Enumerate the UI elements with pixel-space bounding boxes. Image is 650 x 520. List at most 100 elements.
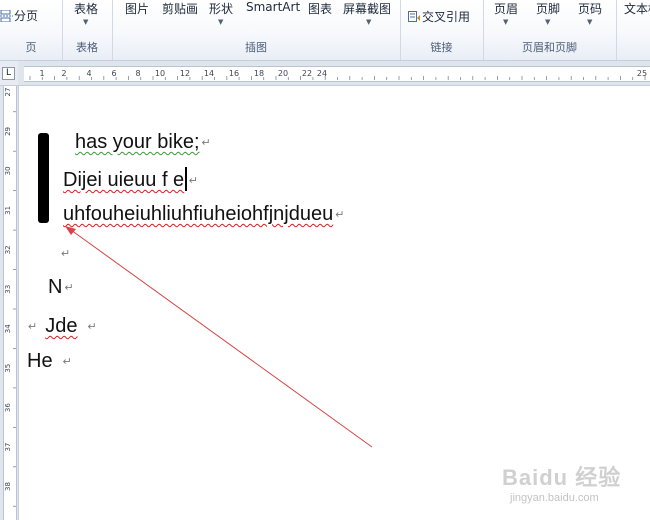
watermark-logo: Baidu 经验 — [502, 465, 622, 490]
vertical-ruler-scale: 27 29 30 31 32 33 34 35 36 37 38 — [4, 88, 16, 507]
ruler-number: 32 — [4, 245, 12, 254]
ruler-number: 4 — [86, 69, 91, 78]
doc-line-5-text: N — [48, 276, 63, 298]
ruler-number: 16 — [229, 69, 239, 78]
doc-line-2[interactable]: Dijei uieuu f e ↵ — [63, 167, 198, 192]
paragraph-mark: ↵ — [28, 321, 38, 333]
ruler-number: 24 — [317, 69, 327, 78]
doc-line-2-text: Dijei uieuu f e — [63, 169, 185, 191]
paragraph-mark: ↵ — [188, 175, 198, 187]
tab-selector[interactable]: L — [2, 67, 15, 80]
watermark-url: jingyan.baidu.com — [510, 492, 599, 504]
group-label-illustrations: 插图 — [245, 41, 267, 54]
cross-reference-icon — [408, 11, 421, 23]
ruler-number: 30 — [4, 166, 12, 175]
black-bar-shape — [38, 133, 49, 223]
vertical-ruler-strip: 27 29 30 31 32 33 34 35 36 37 38 — [3, 86, 17, 520]
page-number-button[interactable]: 页码 — [578, 0, 602, 17]
shapes-label: 形状 — [209, 2, 234, 16]
ruler-number: 8 — [135, 69, 140, 78]
ribbon: 分页 页 表格 ▼ 表格 图片 剪贴画 形状 ▼ SmartArt 图表 屏幕截… — [0, 0, 650, 61]
picture-button[interactable]: 图片 — [125, 0, 149, 17]
doc-line-3[interactable]: uhfouheiuhliuhfiuheiohfjnjdueu ↵ — [63, 203, 344, 226]
doc-line-6[interactable]: ↵ Jde ↵ — [26, 315, 97, 338]
page-break-button[interactable]: 分页 — [0, 7, 38, 24]
ruler-number: 38 — [4, 482, 12, 491]
textbox-button[interactable]: 文本框 — [624, 0, 650, 17]
vertical-ruler[interactable]: 27 29 30 31 32 33 34 35 36 37 38 — [0, 86, 19, 520]
ruler-number: 34 — [4, 324, 12, 333]
doc-line-3-text: uhfouheiuhliuhfiuheiohfjnjdueu — [63, 203, 334, 225]
footer-label: 页脚 — [536, 2, 561, 16]
ruler-number: 31 — [4, 206, 12, 215]
footer-button[interactable]: 页脚 — [536, 0, 560, 17]
ruler-number: 37 — [4, 443, 12, 452]
paragraph-mark: ↵ — [61, 248, 71, 260]
group-label-links: 链接 — [430, 41, 453, 54]
ruler-number: 29 — [4, 127, 12, 136]
ribbon-group-tables: 表格 ▼ 表格 — [62, 0, 113, 60]
doc-line-6-text: Jde — [45, 315, 78, 337]
shapes-button[interactable]: 形状 — [209, 0, 233, 17]
ribbon-group-text: 文本框 — [616, 0, 650, 60]
paragraph-mark: ↵ — [87, 321, 97, 333]
ruler-number: 36 — [4, 403, 12, 412]
textbox-label: 文本框 — [624, 2, 650, 16]
ruler-corner: L — [0, 61, 19, 86]
ribbon-group-links: 交叉引用 链接 — [400, 0, 484, 60]
chart-label: 图表 — [308, 2, 333, 16]
doc-line-5[interactable]: N ↵ — [48, 276, 74, 299]
ruler-number: 35 — [4, 364, 12, 373]
chevron-down-icon: ▼ — [366, 18, 372, 26]
horizontal-ruler-scale: 1 2 4 6 8 10 12 14 16 18 20 22 24 25 — [29, 69, 647, 80]
ruler-number: 18 — [254, 69, 264, 78]
paragraph-mark: ↵ — [201, 137, 211, 149]
chart-button[interactable]: 图表 — [308, 0, 332, 17]
doc-line-7-text: He — [27, 350, 53, 372]
chevron-down-icon: ▼ — [83, 18, 89, 26]
document-page[interactable]: has your bike; ↵ Dijei uieuu f e ↵ uhfouhe… — [19, 86, 650, 520]
doc-line-7[interactable]: He ↵ — [27, 350, 72, 373]
smartart-label: SmartArt — [246, 0, 301, 14]
smartart-button[interactable]: SmartArt — [246, 0, 300, 14]
ruler-number: 10 — [155, 69, 165, 78]
horizontal-ruler-strip: 1 2 4 6 8 10 12 14 16 18 20 22 24 25 — [24, 66, 650, 82]
annotation-arrow-line — [70, 229, 373, 448]
table-button[interactable]: 表格 — [74, 0, 98, 17]
chevron-down-icon: ▼ — [503, 18, 509, 26]
table-label: 表格 — [74, 2, 99, 16]
group-label-pages: 页 — [25, 41, 37, 54]
paragraph-mark: ↵ — [62, 356, 72, 368]
ribbon-group-pages: 分页 页 — [0, 0, 63, 60]
ruler-number: 22 — [302, 69, 312, 78]
annotation-arrow-head — [65, 226, 76, 235]
ruler-number: 20 — [278, 69, 288, 78]
picture-label: 图片 — [125, 2, 150, 16]
ruler-number: 27 — [4, 88, 12, 97]
clipart-label: 剪贴画 — [162, 2, 199, 16]
screenshot-button[interactable]: 屏幕截图 — [343, 0, 391, 17]
ruler-number: 6 — [111, 69, 116, 78]
ruler-number: 25 — [637, 69, 647, 78]
page-number-label: 页码 — [578, 2, 603, 16]
chevron-down-icon: ▼ — [587, 18, 593, 26]
header-button[interactable]: 页眉 — [494, 0, 518, 17]
ruler-number: 33 — [4, 285, 12, 294]
doc-line-4[interactable]: ↵ — [59, 242, 70, 265]
doc-line-1[interactable]: has your bike; ↵ — [75, 131, 211, 154]
horizontal-ruler[interactable]: 1 2 4 6 8 10 12 14 16 18 20 22 24 25 — [18, 61, 650, 86]
header-label: 页眉 — [494, 2, 519, 16]
group-label-tables: 表格 — [76, 41, 98, 54]
ruler-number: 1 — [39, 69, 44, 78]
chevron-down-icon: ▼ — [218, 18, 224, 26]
cross-reference-button[interactable]: 交叉引用 — [408, 8, 470, 25]
ribbon-group-illustrations: 图片 剪贴画 形状 ▼ SmartArt 图表 屏幕截图 ▼ 插图 — [112, 0, 401, 60]
ruler-number: 14 — [204, 69, 214, 78]
chevron-down-icon: ▼ — [545, 18, 551, 26]
paragraph-mark: ↵ — [64, 282, 74, 294]
text-cursor — [185, 167, 187, 191]
group-label-header-footer: 页眉和页脚 — [522, 41, 577, 54]
cross-reference-label: 交叉引用 — [422, 10, 471, 24]
clipart-button[interactable]: 剪贴画 — [162, 0, 198, 17]
paragraph-mark: ↵ — [335, 209, 345, 221]
